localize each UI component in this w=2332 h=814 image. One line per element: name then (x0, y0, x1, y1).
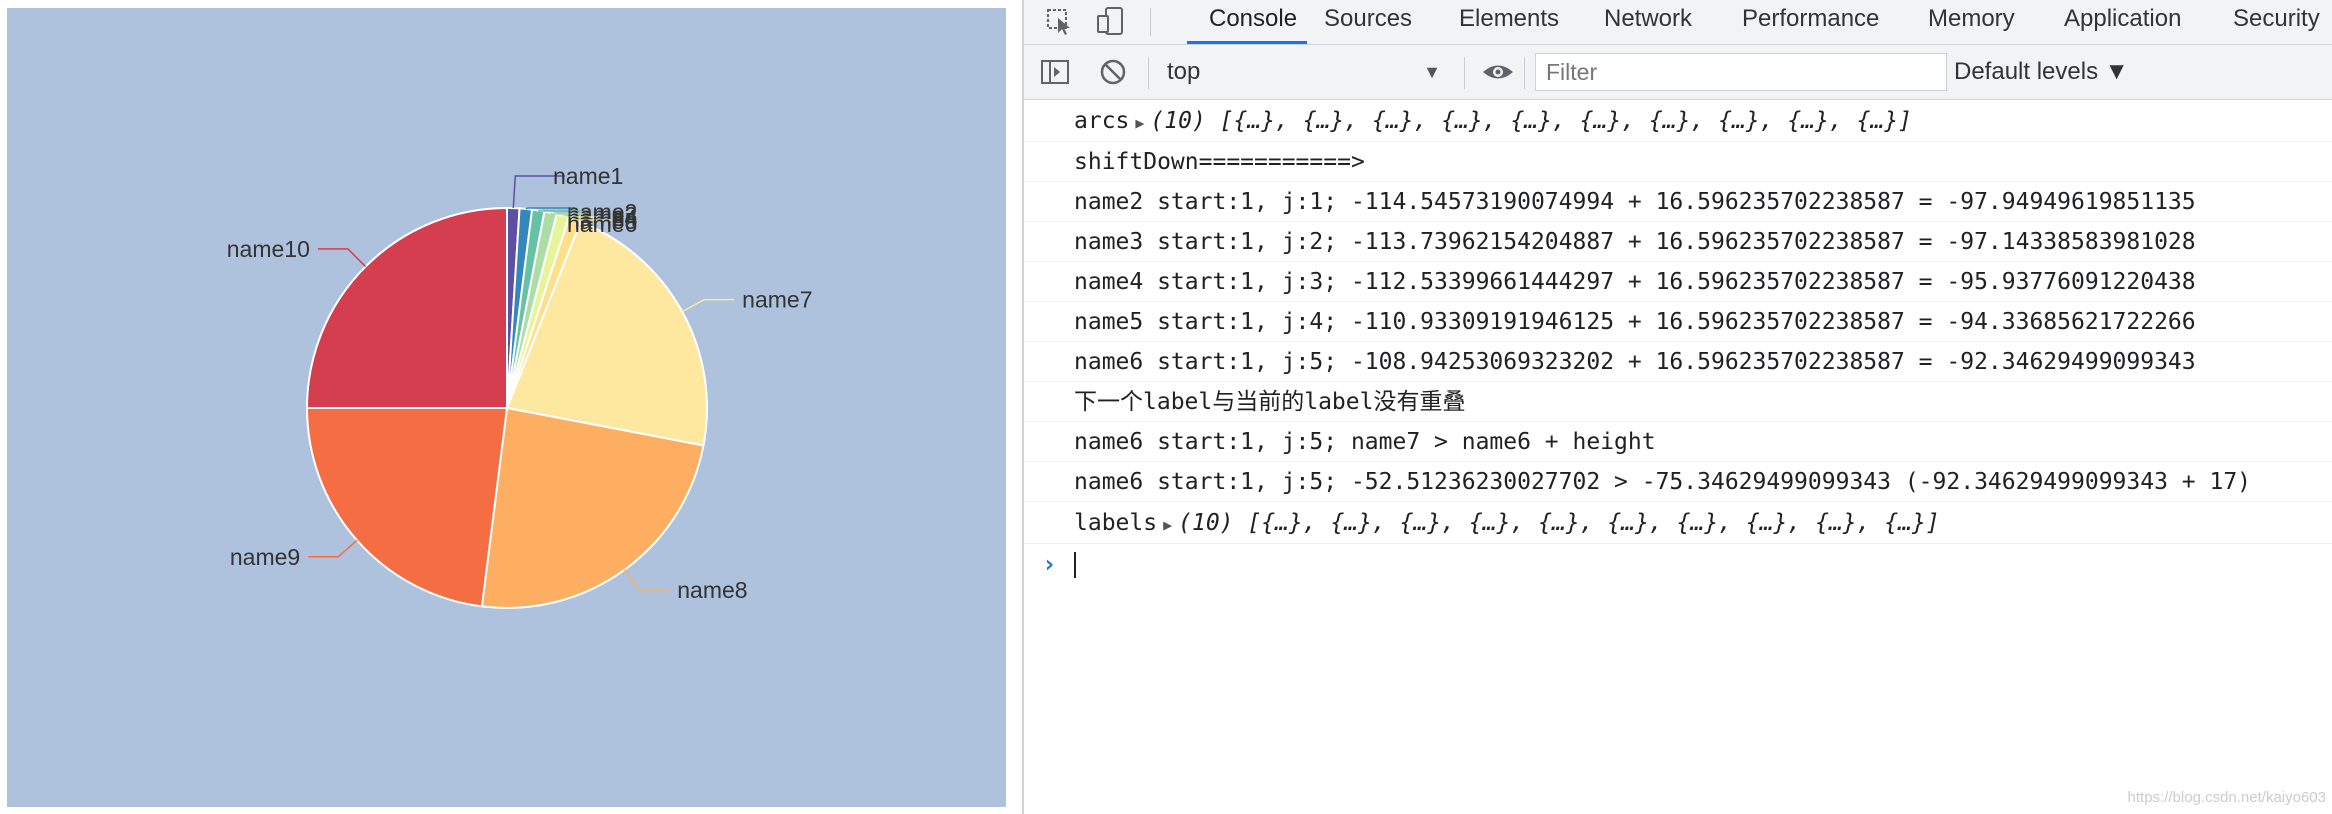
slice-label-name8: name8 (677, 577, 747, 603)
pie-slice-name9[interactable] (305, 407, 509, 608)
slice-label-name1: name1 (553, 163, 623, 189)
clear-console-icon[interactable] (1098, 57, 1128, 87)
pie-chart-panel: name1 name2 name3 name4 name5 name6 name7 name8… (7, 8, 1006, 807)
eye-icon[interactable] (1480, 57, 1516, 87)
console-message: labels ▶ (10) [{…}, {…}, {…}, {…}, {…}, {…… (1024, 502, 2332, 544)
show-sidebar-icon[interactable] (1040, 57, 1070, 87)
leader-line-name8 (623, 569, 670, 591)
tabbar-separator (1150, 8, 1151, 36)
tab-performance[interactable]: Performance (1742, 0, 1879, 44)
tab-application[interactable]: Application (2064, 0, 2181, 44)
slice-label-name6: name6 (567, 211, 637, 237)
console-message: name6 start:1, j:5; -52.51236230027702 >… (1024, 462, 2332, 502)
pie-chart: name1name2name3name4name5name6name7name8… (227, 163, 812, 609)
tab-memory[interactable]: Memory (1928, 0, 2015, 44)
default-levels-dropdown[interactable]: Default levels ▼ (1954, 55, 2129, 89)
leader-line-name7 (681, 298, 735, 313)
leader-line-name10 (317, 248, 367, 268)
labels-object-preview[interactable]: (10) [{…}, {…}, {…}, {…}, {…}, {…}, {…},… (1178, 510, 1940, 536)
pie-slice-name10[interactable] (305, 206, 508, 409)
console-messages: arcs ▶ (10) [{…}, {…}, {…}, {…}, {…}, {…},… (1024, 100, 2332, 814)
slice-label-name9: name9 (230, 544, 300, 570)
arcs-object-preview[interactable]: (10) [{…}, {…}, {…}, {…}, {…}, {…}, {…},… (1150, 108, 1912, 134)
toolbar-separator (1524, 57, 1525, 89)
context-selector[interactable]: top ▼ (1167, 55, 1447, 89)
console-message: name3 start:1, j:2; -113.73962154204887 … (1024, 222, 2332, 262)
context-value: top (1167, 58, 1201, 85)
prompt-chevron-icon: › (1042, 550, 1057, 578)
device-toolbar-icon[interactable] (1094, 4, 1128, 38)
tab-network[interactable]: Network (1604, 0, 1692, 44)
watermark: https://blog.csdn.net/kaiyo603 (2127, 789, 2326, 806)
arcs-label: arcs (1074, 108, 1130, 134)
console-message: name6 start:1, j:5; -108.94253069323202 … (1024, 342, 2332, 382)
console-message: 下一个label与当前的label没有重叠 (1024, 382, 2332, 422)
console-message: name5 start:1, j:4; -110.93309191946125 … (1024, 302, 2332, 342)
filter-input[interactable] (1535, 53, 1947, 91)
devtools-tabbar: Console Sources Elements Network Perform… (1024, 0, 2332, 45)
console-message: shiftDown===========> (1024, 142, 2332, 182)
expand-triangle-icon[interactable]: ▶ (1135, 102, 1144, 144)
tab-console[interactable]: Console (1187, 0, 1307, 44)
expand-triangle-icon[interactable]: ▶ (1163, 504, 1172, 546)
console-message: name2 start:1, j:1; -114.54573190074994 … (1024, 182, 2332, 222)
console-message: name6 start:1, j:5; name7 > name6 + heig… (1024, 422, 2332, 462)
tab-security[interactable]: Security (2233, 0, 2320, 44)
console-message: arcs ▶ (10) [{…}, {…}, {…}, {…}, {…}, {…},… (1024, 100, 2332, 142)
tab-sources[interactable]: Sources (1324, 0, 1412, 44)
console-message: name4 start:1, j:3; -112.53399661444297 … (1024, 262, 2332, 302)
text-cursor (1074, 551, 1076, 578)
chevron-down-icon: ▼ (1423, 62, 1441, 82)
labels-label: labels (1074, 510, 1158, 536)
tab-elements[interactable]: Elements (1459, 0, 1559, 44)
console-prompt[interactable]: › (1024, 544, 2332, 584)
slice-label-name7: name7 (742, 287, 812, 313)
leader-line-name9 (308, 539, 358, 558)
inspect-element-icon[interactable] (1042, 4, 1076, 38)
devtools-panel: Console Sources Elements Network Perform… (1022, 0, 2332, 814)
toolbar-separator (1148, 57, 1149, 89)
slice-label-name10: name10 (227, 236, 310, 262)
console-toolbar: top ▼ Default levels ▼ (1024, 45, 2332, 100)
toolbar-separator (1464, 57, 1465, 89)
